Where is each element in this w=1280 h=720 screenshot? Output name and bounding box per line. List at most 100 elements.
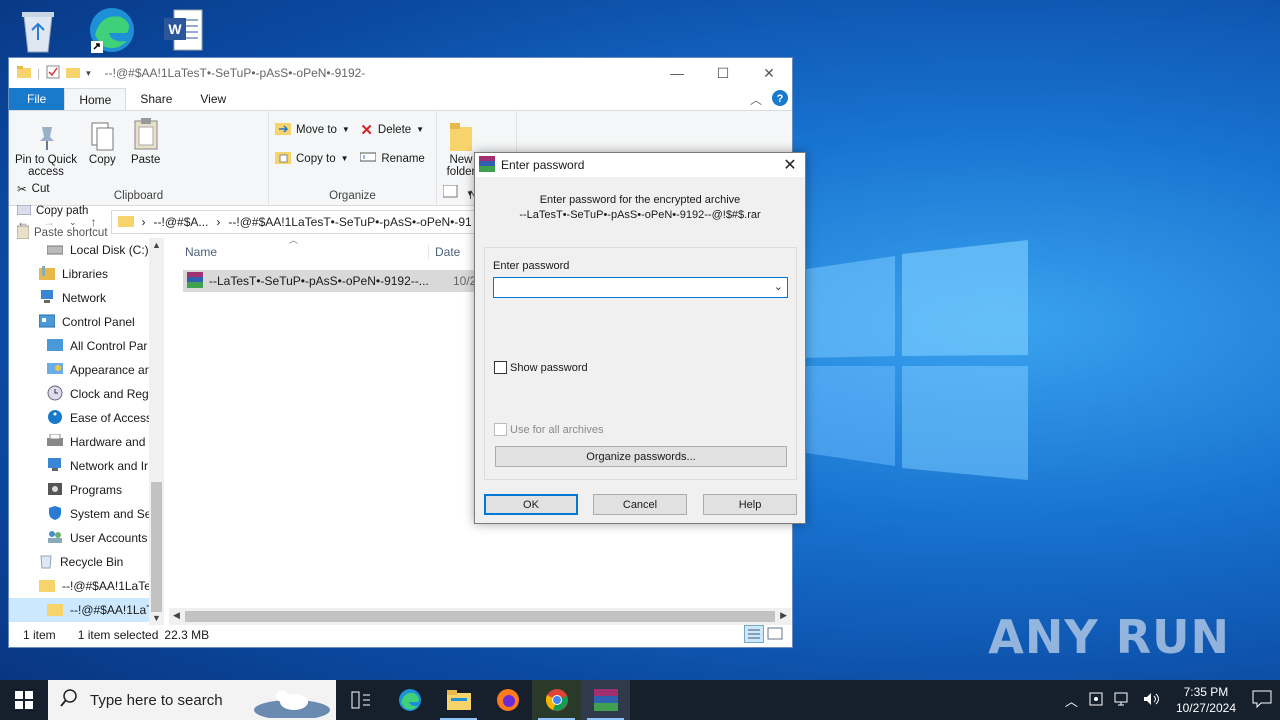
collapse-ribbon-icon[interactable]: ︿ — [750, 91, 762, 108]
column-name[interactable]: Name ︿ — [169, 235, 429, 259]
taskbar-clock[interactable]: 7:35 PM 10/27/2024 — [1176, 684, 1236, 716]
edge-shortcut-icon[interactable] — [84, 4, 140, 56]
dialog-titlebar[interactable]: Enter password ✕ — [475, 153, 805, 177]
show-password-box[interactable] — [494, 361, 507, 374]
winrar-icon — [479, 155, 495, 175]
nav-control-panel[interactable]: Control Panel — [9, 310, 164, 334]
network-tray-icon[interactable] — [1114, 691, 1132, 710]
users-icon — [47, 530, 63, 547]
easy-access-button[interactable] — [443, 204, 474, 205]
rename-button[interactable]: Rename — [359, 144, 425, 173]
window-title: --!@#$AA!1LaTesT•-SeTuP•-pAsS•-oPeN•-919… — [104, 66, 366, 80]
libraries-icon — [39, 265, 55, 283]
nav-hardware[interactable]: Hardware and — [9, 430, 164, 454]
word-document-icon[interactable]: W — [156, 4, 212, 56]
close-button[interactable]: ✕ — [746, 58, 792, 88]
ok-button[interactable]: OK — [484, 494, 578, 515]
programs-icon — [47, 482, 63, 499]
qat-chevron-down-icon[interactable]: ▾ — [86, 68, 91, 79]
copy-button[interactable]: Copy — [84, 115, 120, 166]
nav-folder-parent[interactable]: --!@#$AA!1LaTe — [9, 574, 164, 598]
enter-password-dialog[interactable]: Enter password ✕ Enter password for the … — [474, 152, 806, 524]
status-bar: 1 item 1 item selected 22.3 MB — [9, 623, 792, 647]
tab-home[interactable]: Home — [64, 88, 127, 110]
nav-clock-region[interactable]: Clock and Regi — [9, 382, 164, 406]
scroll-up-icon[interactable]: ▲ — [149, 240, 164, 250]
dialog-message: Enter password for the encrypted archive… — [475, 193, 805, 223]
scroll-left-icon[interactable]: ◀ — [173, 610, 180, 621]
nav-network[interactable]: Network — [9, 286, 164, 310]
status-size: 22.3 MB — [164, 628, 210, 642]
explorer-titlebar[interactable]: | ▾ --!@#$AA!1LaTesT•-SeTuP•-pAsS•-oPeN•… — [9, 58, 792, 88]
shield-icon — [47, 505, 63, 524]
taskbar-file-explorer[interactable] — [434, 680, 483, 720]
copy-path-button[interactable]: Copy path — [16, 200, 108, 222]
dialog-message-line1: Enter password for the encrypted archive — [539, 194, 741, 206]
delete-button[interactable]: ✕ Delete ▼ — [360, 115, 424, 144]
show-password-checkbox[interactable]: Show password — [494, 361, 588, 374]
scroll-down-icon[interactable]: ▼ — [152, 613, 161, 623]
nav-all-control-panel[interactable]: All Control Par — [9, 334, 164, 358]
nav-appearance[interactable]: Appearance an — [9, 358, 164, 382]
properties-icon[interactable] — [46, 65, 60, 82]
nav-libraries[interactable]: Libraries — [9, 262, 164, 286]
help-icon[interactable]: ? — [772, 89, 788, 109]
taskbar-firefox[interactable] — [483, 680, 532, 720]
pin-quick-access-button[interactable]: Pin to Quick access — [15, 115, 77, 178]
organize-passwords-button[interactable]: Organize passwords... — [495, 446, 787, 467]
navigation-pane: Local Disk (C:) Libraries Network Contro… — [9, 238, 164, 625]
tab-file[interactable]: File — [9, 88, 65, 110]
nav-vertical-scrollbar[interactable]: ▲ ▼ — [149, 238, 164, 625]
scroll-right-icon[interactable]: ▶ — [780, 610, 787, 621]
taskbar-edge[interactable] — [385, 680, 434, 720]
nav-folder-current[interactable]: --!@#$AA!1LaT — [9, 598, 164, 622]
nav-user-accounts[interactable]: User Accounts — [9, 526, 164, 550]
network-icon — [39, 289, 55, 307]
tray-device-icon[interactable] — [1088, 691, 1104, 710]
files-scroll-thumb[interactable] — [185, 611, 775, 622]
details-view-icon[interactable] — [744, 624, 764, 646]
volume-icon[interactable] — [1142, 691, 1160, 710]
column-date[interactable]: Date — [429, 245, 460, 259]
tab-view[interactable]: View — [186, 88, 240, 110]
nav-system-security[interactable]: System and Sec — [9, 502, 164, 526]
recycle-bin-small-icon — [39, 553, 53, 572]
paste-button[interactable]: Paste — [128, 115, 164, 166]
tab-share[interactable]: Share — [126, 88, 186, 110]
maximize-button[interactable]: ☐ — [700, 58, 746, 88]
tray-chevron-up-icon[interactable]: ︿ — [1065, 691, 1078, 710]
help-button[interactable]: Help — [703, 494, 797, 515]
large-icons-view-icon[interactable] — [766, 625, 784, 646]
recycle-bin-icon[interactable] — [10, 6, 66, 58]
delete-x-icon: ✕ — [360, 121, 373, 139]
breadcrumb-segment-1[interactable]: --!@#$A... — [154, 215, 209, 229]
control-panel-icon — [38, 314, 56, 331]
windows-start-icon — [15, 691, 33, 709]
chevron-down-icon: ▼ — [341, 125, 350, 134]
breadcrumb-segment-2[interactable]: --!@#$AA!1LaTesT•-SeTuP•-pAsS•-oPeN•-91 — [228, 215, 471, 229]
taskbar-winrar[interactable] — [581, 680, 630, 720]
nav-ease-of-access[interactable]: Ease of Access — [9, 406, 164, 430]
taskbar-search-box[interactable]: Type here to search — [48, 680, 336, 720]
notification-icon[interactable] — [1252, 690, 1272, 711]
cancel-button[interactable]: Cancel — [593, 494, 687, 515]
nav-programs[interactable]: Programs — [9, 478, 164, 502]
taskbar-chrome[interactable] — [532, 680, 581, 720]
task-view-button[interactable] — [336, 680, 385, 720]
password-input[interactable]: ⌄ — [493, 277, 788, 298]
file-row-selected[interactable]: --LaTesT•-SeTuP•-pAsS•-oPeN•-9192--... 1… — [183, 270, 483, 292]
move-to-button[interactable]: Move to ▼ — [275, 115, 357, 144]
nav-scroll-thumb[interactable] — [151, 482, 162, 612]
search-icon — [60, 689, 78, 711]
combo-chevron-down-icon[interactable]: ⌄ — [774, 280, 783, 293]
minimize-button[interactable]: — — [654, 58, 700, 88]
breadcrumb-separator: › — [216, 215, 221, 229]
copy-path-icon — [16, 204, 32, 218]
new-folder-icon[interactable] — [66, 66, 81, 81]
dialog-close-icon[interactable]: ✕ — [775, 155, 805, 175]
copy-to-button[interactable]: Copy to ▼ — [275, 144, 357, 173]
nav-local-disk[interactable]: Local Disk (C:) — [9, 238, 164, 262]
nav-network-internet[interactable]: Network and Ir — [9, 454, 164, 478]
nav-recycle-bin[interactable]: Recycle Bin — [9, 550, 164, 574]
start-button[interactable] — [0, 680, 48, 720]
